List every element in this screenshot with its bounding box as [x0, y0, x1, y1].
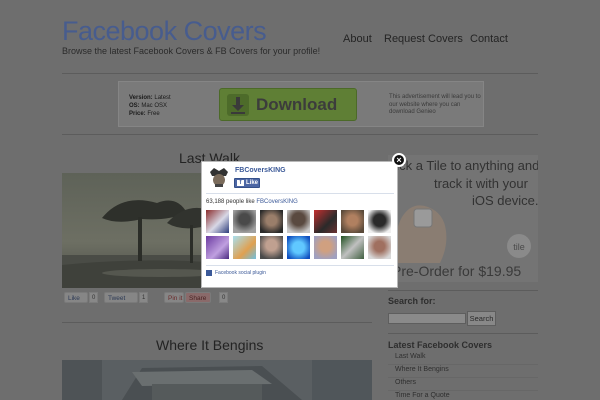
- facebook-like-button[interactable]: Like: [64, 292, 88, 303]
- post-title[interactable]: Where It Bengins: [156, 337, 263, 353]
- tile-ad-line: iOS device.: [472, 193, 538, 208]
- fan-avatar[interactable]: [287, 210, 310, 233]
- facebook-f-icon: f: [237, 180, 244, 186]
- facebook-icon: [206, 270, 212, 276]
- like-count: 0: [89, 292, 99, 303]
- fan-avatar[interactable]: [233, 210, 256, 233]
- search-button[interactable]: Search: [467, 311, 496, 326]
- popup-divider: [206, 265, 394, 266]
- latest-covers-heading: Latest Facebook Covers: [388, 340, 493, 350]
- fan-avatar[interactable]: [260, 210, 283, 233]
- site-title[interactable]: Facebook Covers: [62, 16, 267, 47]
- popup-divider: [206, 193, 394, 194]
- share-count: 0: [219, 292, 229, 303]
- fan-avatar[interactable]: [206, 210, 229, 233]
- nav-request-covers[interactable]: Request Covers: [384, 33, 463, 45]
- fan-avatar[interactable]: [341, 210, 364, 233]
- fan-avatar[interactable]: [287, 236, 310, 259]
- fan-avatar[interactable]: [260, 236, 283, 259]
- tile-ad-preorder: Pre-Order for $19.95: [392, 263, 522, 279]
- facebook-likebox-popup: FBCoversKING f Like 63,188 people like F…: [201, 161, 398, 288]
- facebook-like-button[interactable]: f Like: [234, 178, 260, 188]
- fan-avatar[interactable]: [233, 236, 256, 259]
- content-divider: [62, 134, 538, 135]
- fan-avatar[interactable]: [368, 236, 391, 259]
- cabin-image: [62, 360, 372, 400]
- tile-logo-icon: tile: [507, 234, 531, 258]
- nav-about[interactable]: About: [343, 33, 372, 45]
- close-icon[interactable]: ×: [392, 153, 406, 167]
- sidebar-item-where-it-bengins[interactable]: Where It Bengins: [388, 366, 538, 378]
- svg-text:tile: tile: [513, 242, 525, 252]
- pin-it-button[interactable]: Pin it: [164, 292, 184, 303]
- hand-holding-tile-image: [395, 205, 447, 263]
- download-ad-banner[interactable]: Version: Latest OS: Mac OSX Price: Free …: [118, 81, 484, 127]
- header-divider: [62, 73, 538, 74]
- sidebar-divider: [388, 333, 538, 334]
- nav-contact[interactable]: Contact: [470, 33, 508, 45]
- tile-ad-line: track it with your: [434, 176, 528, 191]
- sidebar-item-others[interactable]: Others: [388, 379, 538, 391]
- fan-avatar[interactable]: [341, 236, 364, 259]
- tweet-count: 1: [139, 292, 149, 303]
- likes-page-link[interactable]: FBCoversKING: [256, 199, 297, 205]
- download-button[interactable]: Download: [219, 88, 357, 121]
- tile-ad[interactable]: Stick a Tile to anything and track it wi…: [388, 155, 538, 282]
- share-button[interactable]: Share: [185, 292, 211, 303]
- post-image-where-it-begins[interactable]: [62, 360, 372, 400]
- fan-avatar[interactable]: [314, 236, 337, 259]
- search-heading: Search for:: [388, 296, 436, 306]
- site-tagline: Browse the latest Facebook Covers & FB C…: [62, 46, 321, 56]
- ad-specs: Version: Latest OS: Mac OSX Price: Free: [129, 95, 171, 117]
- search-input[interactable]: [388, 313, 466, 324]
- ad-note: This advertisement will lead you to our …: [389, 94, 481, 115]
- likes-count-text: 63,188 people like FBCoversKING: [206, 199, 298, 205]
- fan-avatar[interactable]: [314, 210, 337, 233]
- download-label: Download: [256, 95, 338, 114]
- download-arrow-icon: [227, 94, 249, 116]
- tile-ad-line: Stick a Tile to anything and: [388, 158, 538, 173]
- fan-avatar[interactable]: [368, 210, 391, 233]
- sidebar-item-time-for-a-quote[interactable]: Time For a Quote: [388, 392, 538, 400]
- tweet-button[interactable]: Tweet: [104, 292, 138, 303]
- sidebar-divider: [388, 290, 538, 291]
- fbcoversking-logo: [206, 166, 232, 188]
- page-name[interactable]: FBCoversKING: [235, 167, 286, 174]
- sidebar-item-last-walk[interactable]: Last Walk: [388, 353, 538, 365]
- post-divider: [62, 322, 372, 323]
- fan-avatar[interactable]: [206, 236, 229, 259]
